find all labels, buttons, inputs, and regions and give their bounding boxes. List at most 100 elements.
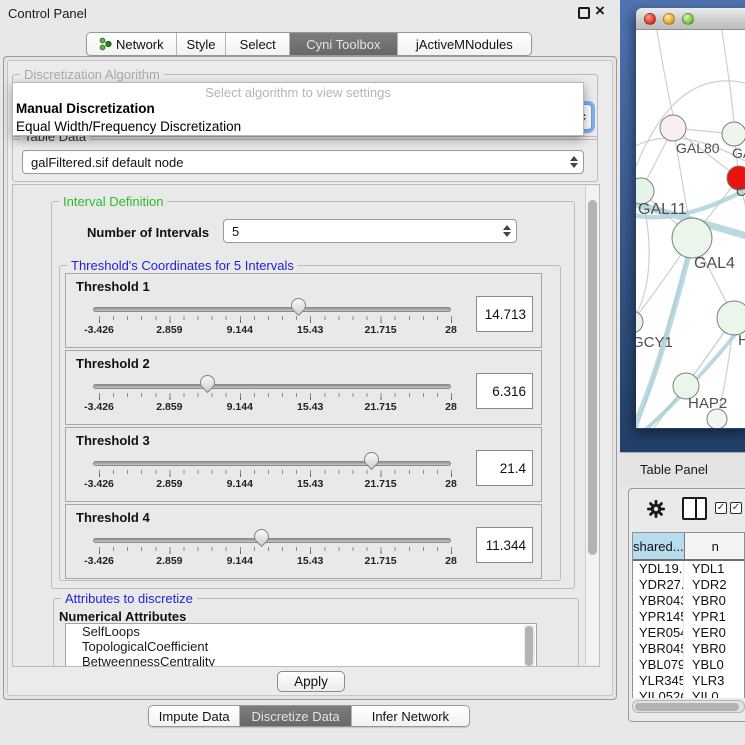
tab-select[interactable]: Select	[226, 33, 290, 55]
table-row[interactable]: YIL052CYIL0	[633, 689, 744, 698]
slider-tick-label: 28	[421, 401, 481, 413]
float-window-icon[interactable]	[578, 7, 590, 19]
network-window-titlebar[interactable]	[636, 8, 745, 30]
tab-cyni-toolbox[interactable]: Cyni Toolbox	[290, 33, 398, 55]
slider-tick-label: 15.43	[280, 555, 340, 567]
network-node[interactable]	[722, 122, 745, 146]
slider-tick-label: 2.859	[139, 401, 199, 413]
cell-name[interactable]: YER0	[684, 625, 744, 641]
attribute-list-item[interactable]: BetweennessCentrality	[74, 654, 536, 667]
table-row[interactable]: YBL079WYBL0	[633, 657, 744, 673]
cell-name[interactable]: YDR2	[684, 577, 744, 593]
close-panel-icon[interactable]: ×	[595, 1, 605, 21]
numerical-attributes-list[interactable]: SelfLoopsTopologicalCoefficientBetweenne…	[65, 623, 537, 667]
popup-option-manual-discretization[interactable]: Manual Discretization	[13, 100, 583, 118]
tab-jactivemnodules[interactable]: jActiveMNodules	[398, 33, 531, 55]
cell-shared-name[interactable]: YBL079W	[633, 657, 684, 673]
node-label: GA	[732, 145, 745, 161]
settings-vertical-scrollbar[interactable]	[585, 186, 599, 665]
tab-label: Style	[187, 37, 216, 52]
cell-name[interactable]: YBR0	[684, 593, 744, 609]
threshold-slider-thumb[interactable]	[196, 372, 217, 393]
apply-button[interactable]: Apply	[277, 671, 345, 692]
cell-name[interactable]: YPR1	[684, 609, 744, 625]
network-canvas[interactable]: GAL80GACGAL11GAL4GCY1HHAP2	[636, 30, 745, 428]
threshold-panel: Threshold 3 -3.4262.8599.14415.4321.7152…	[65, 427, 542, 502]
column-header-name[interactable]: n	[685, 533, 744, 559]
slider-scale: -3.4262.8599.14415.4321.71528	[66, 401, 541, 414]
table-data-combobox[interactable]: galFiltered.sif default node	[22, 150, 584, 174]
table-row[interactable]: YPR145WYPR1	[633, 609, 744, 625]
tab-style[interactable]: Style	[177, 33, 227, 55]
node-label: HAP2	[688, 395, 727, 412]
slider-tick-label: 21.715	[351, 324, 411, 336]
cell-shared-name[interactable]: YDL19...	[633, 561, 684, 577]
gear-icon[interactable]	[646, 499, 666, 519]
network-node[interactable]	[636, 311, 643, 333]
slider-tick-label: 2.859	[139, 555, 199, 567]
threshold-slider-thumb[interactable]	[251, 526, 272, 547]
attribute-list-item[interactable]: TopologicalCoefficient	[74, 639, 536, 654]
cell-shared-name[interactable]: YER054C	[633, 625, 684, 641]
threshold-slider-track[interactable]	[93, 307, 451, 312]
table-row[interactable]: YER054CYER0	[633, 625, 744, 641]
threshold-label: Threshold 4	[76, 510, 150, 525]
threshold-value-field[interactable]: 14.713	[476, 296, 533, 332]
cell-shared-name[interactable]: YPR145W	[633, 609, 684, 625]
network-node[interactable]	[660, 115, 686, 141]
threshold-slider-track[interactable]	[93, 384, 451, 389]
threshold-slider-track[interactable]	[93, 461, 451, 466]
tab-impute-data[interactable]: Impute Data	[149, 706, 240, 726]
network-node[interactable]	[717, 301, 745, 335]
table-row[interactable]: YDR27...YDR2	[633, 577, 744, 593]
close-window-icon[interactable]	[644, 13, 656, 25]
table-row[interactable]: YDL19...YDL1	[633, 561, 744, 577]
scrollbar-thumb[interactable]	[588, 200, 597, 555]
screen: Control Panel × Network Style Select Cyn…	[0, 0, 745, 745]
number-of-intervals-combobox[interactable]: 5	[223, 219, 517, 243]
column-header-shared-name[interactable]: shared...	[633, 533, 685, 559]
threshold-slider-thumb[interactable]	[288, 295, 309, 316]
zoom-window-icon[interactable]	[682, 13, 694, 25]
attribute-list-item[interactable]: SelfLoops	[74, 624, 536, 639]
slider-tick-label: 28	[421, 478, 481, 490]
threshold-value-field[interactable]: 11.344	[476, 527, 533, 563]
node-label: GAL80	[676, 140, 720, 156]
threshold-label: Threshold 2	[76, 356, 150, 371]
tab-network[interactable]: Network	[87, 33, 177, 55]
cell-name[interactable]: YIL0	[684, 689, 744, 698]
threshold-value-field[interactable]: 21.4	[476, 450, 533, 486]
cell-name[interactable]: YDL1	[684, 561, 744, 577]
cell-name[interactable]: YBR0	[684, 641, 744, 657]
slider-tick-label: 9.144	[210, 324, 270, 336]
cell-shared-name[interactable]: YLR345W	[633, 673, 684, 689]
slider-minor-ticks	[99, 547, 452, 551]
table-row[interactable]: YLR345WYLR3	[633, 673, 744, 689]
tab-infer-network[interactable]: Infer Network	[352, 706, 469, 726]
slider-tick-label: -3.426	[69, 324, 129, 336]
tab-discretize-data[interactable]: Discretize Data	[240, 706, 351, 726]
table-horizontal-scrollbar[interactable]	[632, 700, 745, 713]
minimize-window-icon[interactable]	[663, 13, 675, 25]
column-split-icon[interactable]	[682, 497, 707, 520]
threshold-slider-thumb[interactable]	[361, 449, 382, 470]
top-tab-bar: Network Style Select Cyni Toolbox jActiv…	[86, 32, 532, 56]
network-node[interactable]	[672, 218, 712, 258]
checkbox-check-icon[interactable]: ✓	[715, 502, 727, 514]
cell-shared-name[interactable]: YBR043C	[633, 593, 684, 609]
threshold-value-field[interactable]: 6.316	[476, 373, 533, 409]
cell-shared-name[interactable]: YDR27...	[633, 577, 684, 593]
cell-name[interactable]: YBL0	[684, 657, 744, 673]
cell-shared-name[interactable]: YBR045C	[633, 641, 684, 657]
table-row[interactable]: YBR043CYBR0	[633, 593, 744, 609]
checkbox-check-icon[interactable]: ✓	[730, 502, 742, 514]
scrollbar-thumb[interactable]	[635, 703, 739, 711]
table-row[interactable]: YBR045CYBR0	[633, 641, 744, 657]
cell-name[interactable]: YLR3	[684, 673, 744, 689]
threshold-slider-track[interactable]	[93, 538, 451, 543]
table-data-combobox-value: galFiltered.sif default node	[31, 155, 183, 170]
cell-shared-name[interactable]: YIL052C	[633, 689, 684, 698]
list-scrollbar[interactable]	[524, 625, 535, 667]
slider-tick-label: 2.859	[139, 478, 199, 490]
popup-option-equal-width[interactable]: Equal Width/Frequency Discretization	[13, 118, 583, 136]
